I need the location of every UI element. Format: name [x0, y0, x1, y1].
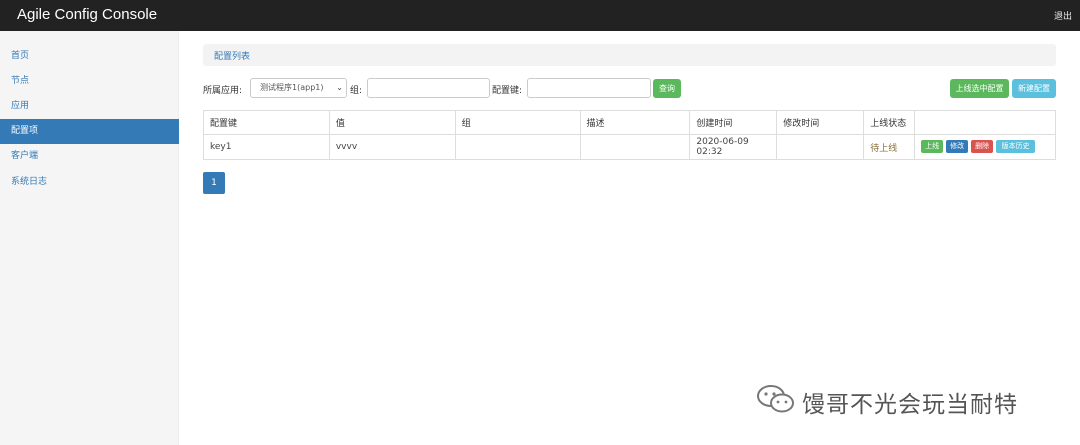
- pagination-page-1[interactable]: 1: [203, 172, 225, 194]
- col-header-created: 创建时间: [689, 110, 778, 135]
- top-navbar: Agile Config Console 退出: [0, 0, 1080, 31]
- query-button[interactable]: 查询: [653, 79, 681, 98]
- app-title[interactable]: Agile Config Console: [17, 6, 157, 23]
- sidebar-item-clients[interactable]: 客户端: [0, 144, 179, 169]
- breadcrumb-label: 配置列表: [214, 52, 251, 62]
- cell-desc: [579, 134, 691, 160]
- logout-link[interactable]: 退出: [1054, 9, 1072, 22]
- publish-selected-button[interactable]: 上线选中配置: [950, 79, 1009, 98]
- cell-modified: [776, 134, 865, 160]
- new-config-button[interactable]: 新建配置: [1012, 79, 1056, 98]
- table-header-row: 配置键 值 组 描述 创建时间 修改时间 上线状态: [203, 110, 1056, 135]
- version-history-button[interactable]: 版本历史: [996, 140, 1036, 153]
- app-filter-label: 所属应用:: [203, 86, 243, 96]
- app-select-value: 测试程序1(app1): [260, 83, 324, 92]
- col-header-group: 组: [454, 110, 581, 135]
- app-select[interactable]: 测试程序1(app1) ⌄: [250, 78, 347, 98]
- breadcrumb: 配置列表: [203, 44, 1056, 66]
- group-input[interactable]: [367, 78, 490, 98]
- col-header-status: 上线状态: [863, 110, 916, 135]
- cell-actions: 上线 修改 删除 版本历史: [914, 134, 1056, 160]
- group-filter-label: 组:: [350, 86, 363, 96]
- sidebar-item-configs[interactable]: 配置项: [0, 119, 179, 144]
- key-filter-label: 配置键:: [492, 86, 523, 96]
- cell-value: vvvv: [328, 134, 456, 160]
- cell-group: [454, 134, 581, 160]
- col-header-desc: 描述: [579, 110, 691, 135]
- key-input[interactable]: [527, 78, 651, 98]
- cell-key: key1: [203, 134, 330, 160]
- publish-button[interactable]: 上线: [921, 140, 944, 153]
- sidebar-item-syslog[interactable]: 系统日志: [0, 170, 179, 195]
- cell-status: 待上线: [863, 134, 916, 160]
- config-table: 配置键 值 组 描述 创建时间 修改时间 上线状态 key1 vvvv 2020…: [203, 110, 1056, 160]
- col-header-modified: 修改时间: [776, 110, 865, 135]
- sidebar: 首页 节点 应用 配置项 客户端 系统日志: [0, 31, 179, 445]
- col-header-value: 值: [328, 110, 456, 135]
- chevron-down-icon: ⌄: [336, 83, 343, 92]
- table-row: key1 vvvv 2020-06-09 02:32 待上线 上线 修改 删除 …: [203, 134, 1056, 160]
- sidebar-item-home[interactable]: 首页: [0, 44, 179, 69]
- wechat-icon: [757, 385, 794, 413]
- watermark-text: 馒哥不光会玩当耐特: [802, 392, 1018, 418]
- edit-button[interactable]: 修改: [946, 140, 969, 153]
- watermark: 馒哥不光会玩当耐特: [754, 382, 1054, 418]
- delete-button[interactable]: 删除: [971, 140, 994, 153]
- col-header-key: 配置键: [203, 110, 330, 135]
- sidebar-item-apps[interactable]: 应用: [0, 94, 179, 119]
- col-header-actions: [914, 110, 1056, 135]
- sidebar-item-nodes[interactable]: 节点: [0, 69, 179, 94]
- cell-created: 2020-06-09 02:32: [689, 134, 778, 160]
